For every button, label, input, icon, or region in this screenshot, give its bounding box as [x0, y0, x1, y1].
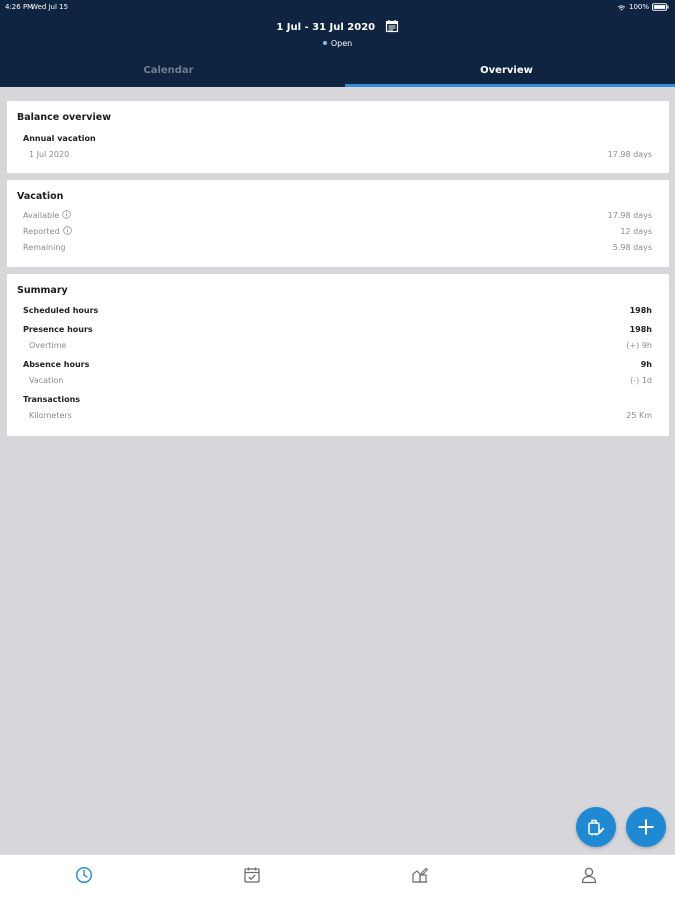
transactions-label: Transactions	[23, 395, 81, 404]
annual-vacation-label: Annual vacation	[23, 134, 96, 143]
kilometers-label: Kilometers	[29, 411, 72, 420]
summary-card: Summary Scheduled hours 198h Presence ho…	[7, 274, 669, 436]
vacation-available-row: Available 17.98 days	[7, 209, 669, 223]
vacation-reported-row: Reported 12 days	[7, 225, 669, 239]
absence-hours-row: Absence hours 9h	[7, 358, 669, 372]
wifi-icon	[617, 4, 626, 11]
kilometers-value: 25 Km	[626, 411, 652, 420]
bottom-navigation	[0, 854, 675, 900]
absence-hours-value: 9h	[640, 360, 652, 369]
overtime-value: (+) 9h	[626, 341, 652, 350]
balance-row: 1 Jul 2020 17.98 days	[7, 148, 669, 162]
battery-icon	[652, 3, 669, 11]
transactions-row: Transactions	[7, 393, 669, 407]
reported-label-text: Reported	[23, 227, 60, 236]
period-status: Open	[0, 38, 675, 50]
tab-overview[interactable]: Overview	[338, 58, 675, 87]
calendar-check-icon	[244, 867, 260, 883]
status-time: 4:26 PM	[5, 3, 34, 11]
available-label: Available	[23, 209, 71, 223]
remaining-label: Remaining	[23, 243, 66, 252]
kilometers-row: Kilometers 25 Km	[7, 409, 669, 423]
scheduled-hours-row: Scheduled hours 198h	[7, 304, 669, 318]
person-icon	[581, 867, 597, 884]
add-button[interactable]	[626, 807, 666, 847]
nav-calendar[interactable]	[168, 855, 336, 900]
presence-hours-label: Presence hours	[23, 325, 93, 334]
nav-time[interactable]	[0, 855, 168, 900]
info-icon[interactable]	[62, 210, 71, 219]
presence-hours-row: Presence hours 198h	[7, 323, 669, 337]
vacation-remaining-row: Remaining 5.98 days	[7, 241, 669, 255]
summary-title: Summary	[17, 285, 68, 296]
calendar-icon[interactable]	[385, 19, 399, 33]
balance-row-label: 1 Jul 2020	[29, 150, 70, 159]
vacation-title: Vacation	[17, 191, 64, 202]
remaining-value: 5.98 days	[612, 243, 652, 252]
period-header: 1 Jul - 31 Jul 2020	[0, 19, 675, 36]
balance-overview-card: Balance overview Annual vacation 1 Jul 2…	[7, 101, 669, 173]
vacation-card: Vacation Available 17.98 days Reported 1…	[7, 180, 669, 267]
tab-calendar[interactable]: Calendar	[0, 58, 337, 87]
overtime-label: Overtime	[29, 341, 67, 350]
period-label: 1 Jul - 31 Jul 2020	[276, 22, 376, 33]
battery-percent: 100%	[628, 3, 649, 11]
vacation-deduction-label: Vacation	[29, 376, 64, 385]
period-status-label: Open	[330, 39, 353, 48]
request-absence-button[interactable]	[576, 807, 616, 847]
absence-hours-label: Absence hours	[23, 360, 90, 369]
scheduled-hours-label: Scheduled hours	[23, 306, 99, 315]
status-right: 100%	[617, 0, 669, 14]
nav-expenses[interactable]	[336, 855, 504, 900]
info-icon[interactable]	[62, 226, 72, 235]
status-date: Wed Jul 15	[31, 3, 69, 11]
reported-label: Reported	[23, 225, 72, 239]
overtime-row: Overtime (+) 9h	[7, 339, 669, 353]
available-value: 17.98 days	[607, 211, 652, 220]
clock-icon	[75, 866, 93, 884]
active-tab-indicator	[345, 84, 675, 87]
nav-profile[interactable]	[505, 855, 673, 900]
reported-value: 12 days	[620, 227, 652, 236]
balance-overview-title: Balance overview	[17, 112, 111, 123]
vacation-deduction-value: (-) 1d	[630, 376, 652, 385]
top-header: 4:26 PM Wed Jul 15 100% 1 Jul - 31 Jul 2…	[0, 0, 675, 87]
presence-hours-value: 198h	[629, 325, 652, 334]
suitcase-edit-icon	[588, 819, 605, 836]
balance-row-value: 17.98 days	[607, 150, 652, 159]
scheduled-hours-value: 198h	[629, 306, 652, 315]
status-bar: 4:26 PM Wed Jul 15 100%	[0, 0, 675, 14]
available-label-text: Available	[23, 211, 60, 220]
annual-vacation-group: Annual vacation	[7, 132, 669, 146]
expense-icon	[412, 867, 429, 883]
status-dot-icon	[322, 41, 327, 45]
plus-icon	[638, 819, 654, 835]
vacation-deduction-row: Vacation (-) 1d	[7, 374, 669, 388]
